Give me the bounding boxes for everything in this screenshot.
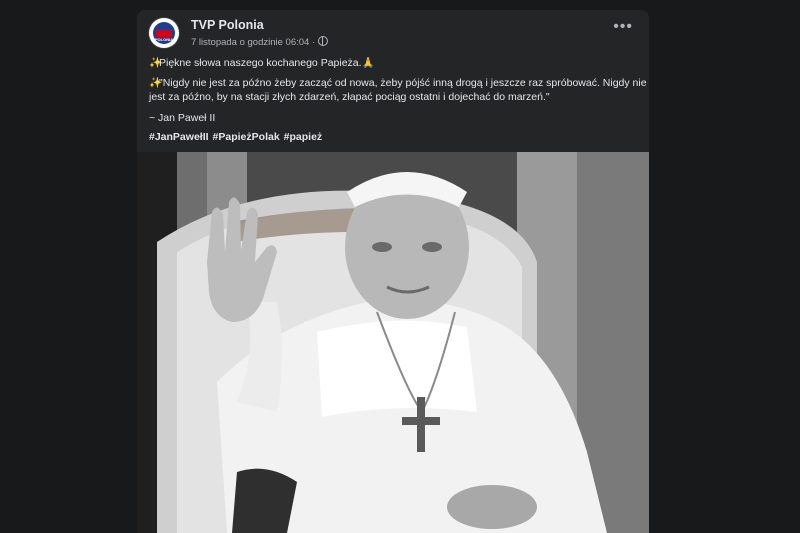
page-name-link[interactable]: TVP Polonia xyxy=(191,18,264,32)
post-photo[interactable] xyxy=(137,152,649,533)
hashtag-list: #JanPawełII #PapieżPolak #papież xyxy=(149,130,326,144)
post-timestamp[interactable]: 7 listopada o godzinie 06:04 · xyxy=(191,37,315,48)
tvp-logo-icon xyxy=(156,29,172,37)
intro-text: Piękne słowa naszego kochanego Papieża. xyxy=(159,57,362,69)
post-intro-line: ✨Piękne słowa naszego kochanego Papieża.… xyxy=(149,56,375,70)
post-quote: ✨"Nigdy nie jest za późno żeby zacząć od… xyxy=(149,76,649,104)
photo-illustration xyxy=(137,152,649,533)
hashtag-link[interactable]: #papież xyxy=(284,131,323,143)
post-author-line: ~ Jan Paweł II xyxy=(149,112,216,124)
post-card: POLONIA TVP Polonia 7 listopada o godzin… xyxy=(137,10,649,533)
sparkle-icon: ✨ xyxy=(149,57,163,69)
globe-icon xyxy=(318,36,329,46)
quote-text: "Nigdy nie jest za późno żeby zacząć od … xyxy=(149,77,647,103)
post-header: POLONIA TVP Polonia 7 listopada o godzin… xyxy=(149,18,637,52)
post-meta: 7 listopada o godzinie 06:04 · xyxy=(191,36,329,48)
sparkle-icon: ✨ xyxy=(149,77,163,89)
avatar-text: POLONIA xyxy=(154,37,174,42)
hashtag-link[interactable]: #JanPawełII xyxy=(149,131,209,143)
hashtag-link[interactable]: #PapieżPolak xyxy=(213,131,280,143)
page-avatar[interactable]: POLONIA xyxy=(149,18,179,48)
pray-icon: 🙏 xyxy=(361,57,375,69)
more-options-button[interactable]: ••• xyxy=(613,19,633,35)
